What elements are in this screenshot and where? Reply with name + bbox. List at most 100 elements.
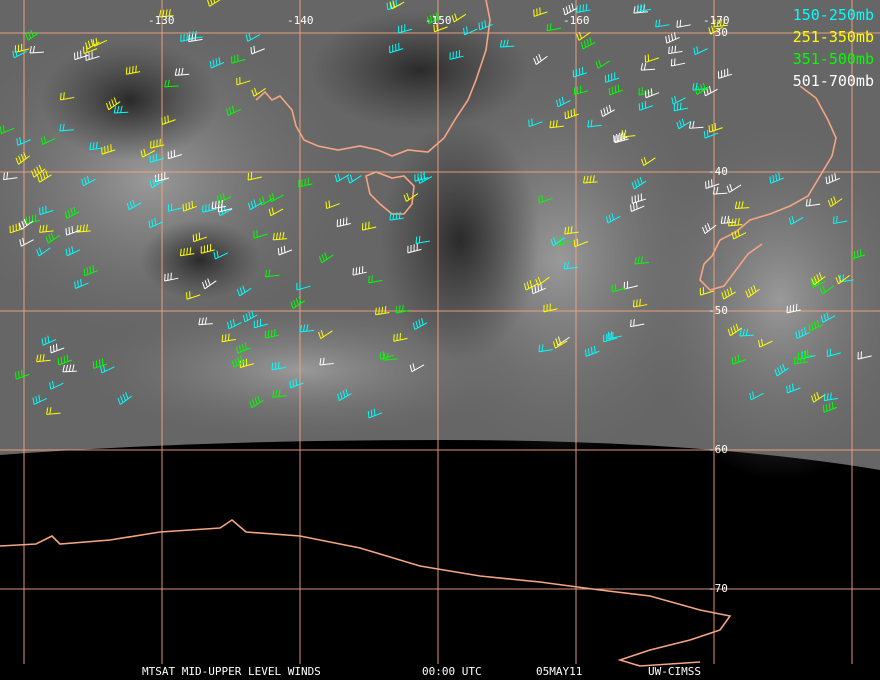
wind-barb-feather — [608, 87, 611, 95]
wind-barb-feather — [706, 129, 709, 138]
wind-barb-feather — [398, 305, 401, 313]
legend-item-351-500: 351-500mb — [792, 50, 874, 68]
wind-barb-feather — [418, 235, 421, 244]
wind-barb-feather — [367, 410, 370, 418]
wind-barb-feather — [164, 116, 166, 124]
wind-barb-feather — [71, 225, 74, 234]
wind-barb-feather — [267, 330, 270, 338]
wind-barb-feather — [831, 401, 834, 409]
footer-time: 00:00 UTC — [422, 665, 482, 678]
wind-barb-feather — [616, 133, 618, 141]
wind-barb-feather — [292, 379, 295, 387]
wind-barb-feather — [68, 227, 71, 235]
wind-barb-feather — [647, 89, 650, 97]
footer-source: UW-CIMSS — [648, 665, 701, 678]
wind-barb-feather — [703, 131, 706, 139]
wind-barb-feather — [128, 66, 131, 74]
wind-barb-feather — [371, 275, 373, 283]
wind-barb-feather — [636, 299, 638, 307]
wind-barb-feather — [402, 304, 404, 312]
lat-label-50: -50 — [708, 304, 728, 317]
wind-barb-feather — [731, 357, 734, 365]
lon-label-130: -130 — [148, 14, 175, 27]
wind-barb-feather — [607, 331, 610, 339]
footer-date: 05MAY11 — [536, 665, 583, 678]
wind-barb-feather — [65, 228, 68, 236]
wind-barb-feather — [832, 216, 835, 224]
wind-barb-feather — [826, 393, 829, 401]
wind-barb-feather — [415, 236, 418, 244]
wind-barb-feather — [188, 202, 191, 210]
wind-barb-feather — [289, 380, 292, 388]
wind-barb-feather — [274, 362, 277, 370]
wind-barb-feather — [295, 378, 298, 386]
lon-label-160: -160 — [563, 14, 590, 27]
wind-barb-feather — [613, 135, 615, 143]
wind-barb-feather — [135, 65, 137, 73]
wind-barb-feather — [370, 409, 373, 417]
wind-barb-feather — [227, 333, 230, 341]
wind-barb-feather — [274, 329, 276, 337]
wind-barb-feather — [15, 372, 17, 380]
wind-barb-feather — [611, 86, 614, 94]
wind-barb-feather — [619, 132, 621, 140]
wind-barb-feather — [52, 344, 55, 352]
wind-barb-feather — [191, 200, 194, 208]
footer-product: MTSAT MID-UPPER LEVEL WINDS — [142, 665, 321, 678]
wind-barb-feather — [676, 20, 678, 28]
lat-label-40: -40 — [708, 165, 728, 178]
wind-barb-feather — [328, 200, 331, 208]
wind-barb-feather — [82, 46, 85, 54]
wind-barb-feather — [585, 3, 588, 11]
wind-barb-feather — [395, 305, 398, 314]
wind-barb-feather — [21, 369, 23, 378]
wind-barb-feather — [185, 203, 188, 211]
wind-barb-feather — [830, 392, 832, 400]
wind-barb-feather — [546, 23, 549, 31]
wind-barb-feather — [531, 118, 533, 126]
legend-item-501-700: 501-700mb — [792, 72, 874, 90]
wind-barb-feather — [644, 101, 647, 109]
wind-barb-feather — [822, 405, 825, 413]
wind-barb-feather — [737, 355, 740, 363]
lat-label-60: -60 — [708, 443, 728, 456]
footer-caption: MTSAT MID-UPPER LEVEL WINDS 00:00 UTC 05… — [0, 664, 880, 680]
lon-label-140: -140 — [287, 14, 314, 27]
wind-barb-feather — [650, 88, 653, 96]
wind-barb-feather — [270, 329, 273, 337]
lat-label-70: -70 — [708, 582, 728, 595]
wind-barb-feather — [221, 334, 224, 342]
wind-barb-feather — [224, 334, 227, 342]
wind-barb-feather — [576, 5, 578, 13]
wind-barb-feather — [632, 300, 635, 308]
lon-label-150: -150 — [425, 14, 452, 27]
wind-barb-feather — [633, 319, 635, 327]
wind-barb-feather — [59, 92, 62, 100]
wind-barb-feather — [63, 92, 65, 100]
wind-barb-feather — [673, 103, 676, 111]
wind-barb-feather — [836, 215, 838, 224]
wind-barb-feather — [679, 102, 682, 110]
wind-barb-feather — [49, 345, 52, 353]
wind-barb-feather — [734, 356, 737, 364]
wind-barb-feather — [55, 343, 58, 351]
wind-barb-feather — [161, 117, 163, 125]
wind-barb-feather — [638, 103, 641, 111]
wind-barb-feather — [641, 102, 644, 110]
wind-barb-feather — [325, 201, 328, 209]
wind-barb-feather — [264, 330, 267, 338]
wind-barb-feather — [125, 67, 128, 75]
wind-barb-feather — [57, 357, 60, 365]
wind-barb-feather — [610, 331, 613, 339]
wind-barb-feather — [66, 354, 69, 362]
wind-barb-feather — [828, 403, 831, 411]
wind-barb-feather — [167, 115, 169, 123]
wind-barb-feather — [823, 393, 826, 401]
wind-barb-feather — [579, 4, 581, 12]
legend-item-150-250: 150-250mb — [792, 6, 874, 24]
wind-barb-feather — [18, 371, 20, 379]
wind-barb-feather — [368, 275, 370, 283]
wind-barb-feather — [549, 23, 552, 31]
wind-barb-feather — [60, 356, 63, 364]
wind-barb-feather — [271, 362, 274, 370]
